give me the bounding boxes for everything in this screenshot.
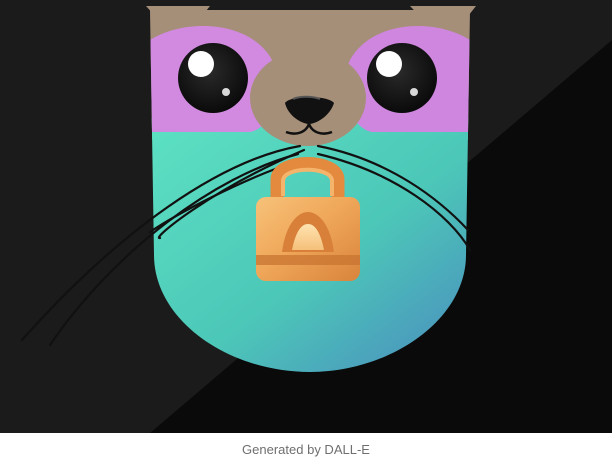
cat-lock-illustration — [0, 0, 612, 433]
right-eye — [367, 43, 437, 113]
left-eye — [178, 43, 248, 113]
generated-image — [0, 0, 612, 433]
image-caption: Generated by DALL-E — [242, 442, 370, 457]
dalle-figure: Generated by DALL-E — [0, 0, 612, 460]
